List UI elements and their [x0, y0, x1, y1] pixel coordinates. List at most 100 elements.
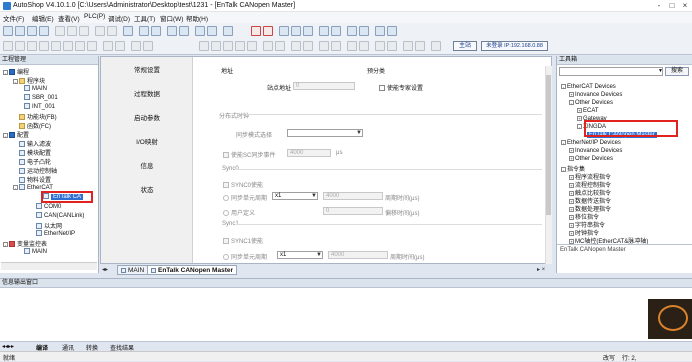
- redo-icon[interactable]: [107, 26, 117, 36]
- download-icon[interactable]: [195, 26, 205, 36]
- move-icon[interactable]: [303, 41, 313, 51]
- settings-icon[interactable]: [375, 26, 385, 36]
- menu-plc[interactable]: PLC(P): [84, 13, 105, 20]
- tree-item[interactable]: 以太网: [36, 221, 62, 230]
- force-icon[interactable]: [347, 26, 357, 36]
- open-icon[interactable]: [15, 26, 25, 36]
- undo-icon[interactable]: [95, 26, 105, 36]
- comment-icon[interactable]: [319, 41, 329, 51]
- jump-icon[interactable]: [359, 41, 369, 51]
- toolbox-search-input[interactable]: [559, 67, 663, 76]
- tab-close-icon[interactable]: ▸ ×: [537, 266, 545, 273]
- nav-general[interactable]: 常规设置: [101, 64, 193, 74]
- timer-icon[interactable]: [263, 41, 273, 51]
- menu-file[interactable]: 文件(F): [3, 13, 24, 23]
- upload-plc-icon[interactable]: [291, 26, 301, 36]
- tree-item[interactable]: - EtherCAT: [13, 184, 53, 191]
- maximize-button[interactable]: □: [667, 1, 677, 11]
- arrow-down-icon[interactable]: [387, 41, 397, 51]
- menu-help[interactable]: 帮助(H): [186, 13, 208, 23]
- rising-edge-icon[interactable]: [75, 41, 85, 51]
- toolbox-item[interactable]: + Inovance Devices: [569, 148, 622, 154]
- replace-icon[interactable]: [151, 26, 161, 36]
- branch-end-icon[interactable]: [143, 41, 153, 51]
- print-icon[interactable]: [123, 26, 133, 36]
- write-icon[interactable]: [359, 26, 369, 36]
- offline-icon[interactable]: [331, 26, 341, 36]
- series-icon[interactable]: [211, 41, 221, 51]
- save-icon[interactable]: [27, 26, 37, 36]
- reset-icon[interactable]: [247, 41, 257, 51]
- sync1-enable-option[interactable]: SYNC1使能: [223, 236, 263, 245]
- sync-event-checkbox[interactable]: [223, 152, 229, 158]
- node-address-input[interactable]: 0: [293, 82, 355, 90]
- user-defined-option[interactable]: 用户定义: [223, 208, 255, 217]
- copy-icon[interactable]: [67, 26, 77, 36]
- tree-item[interactable]: MAIN: [24, 248, 47, 255]
- tab-entalk[interactable]: EnTalk CANopen Master: [147, 265, 238, 275]
- nav-info[interactable]: 信息: [101, 160, 193, 170]
- expert-setting-option[interactable]: 使能专家设置: [379, 83, 423, 92]
- tree-item[interactable]: 运动控制轴: [19, 166, 57, 175]
- user-defined-input[interactable]: 0: [323, 207, 383, 215]
- toolbox-item[interactable]: + ECAT: [577, 108, 599, 114]
- tree-item[interactable]: 函数(FC): [19, 121, 51, 130]
- online-icon[interactable]: [319, 26, 329, 36]
- chevron-down-icon[interactable]: ▼: [658, 68, 663, 74]
- ip-status-button[interactable]: 未登录 IP:192.168.0.88: [481, 41, 548, 51]
- label-icon[interactable]: [331, 41, 341, 51]
- toolbox-item[interactable]: - EtherCAT Devices: [561, 84, 616, 90]
- run-icon[interactable]: [251, 26, 261, 36]
- menu-debug[interactable]: 调试(D): [108, 13, 130, 23]
- tab-main[interactable]: MAIN: [117, 265, 149, 275]
- menu-view[interactable]: 查看(V): [58, 13, 80, 23]
- tree-item[interactable]: INT_001: [24, 103, 55, 110]
- arrow-up-icon[interactable]: [375, 41, 385, 51]
- falling-edge-icon[interactable]: [87, 41, 97, 51]
- tree-item[interactable]: MAIN: [24, 85, 47, 92]
- nav-status[interactable]: 状态: [101, 184, 193, 194]
- zoom-out-icon[interactable]: [415, 41, 425, 51]
- vline-icon[interactable]: [51, 41, 61, 51]
- menu-tools[interactable]: 工具(T): [134, 13, 155, 23]
- sync0-unit-option[interactable]: 同步单元周期: [223, 193, 267, 202]
- tree-item[interactable]: EtherNet/IP: [36, 230, 75, 237]
- compile-all-icon[interactable]: [179, 26, 189, 36]
- hline-icon[interactable]: [39, 41, 49, 51]
- parallel-icon[interactable]: [199, 41, 209, 51]
- toolbox-item[interactable]: - EtherNet/IP Devices: [561, 140, 621, 146]
- paste-icon[interactable]: [79, 26, 89, 36]
- expert-checkbox[interactable]: [379, 85, 385, 91]
- toolbox-item[interactable]: - Other Devices: [569, 100, 613, 106]
- set-icon[interactable]: [235, 41, 245, 51]
- tree-item[interactable]: CAN(CANLink): [36, 212, 84, 219]
- invert-icon[interactable]: [223, 41, 233, 51]
- zoom-in-icon[interactable]: [403, 41, 413, 51]
- close-button[interactable]: ×: [680, 1, 690, 11]
- tab-scroll-left-icon[interactable]: ◂▸: [102, 266, 108, 273]
- stop-icon[interactable]: [263, 26, 273, 36]
- nav-io-mapping[interactable]: I/O映射: [101, 136, 193, 146]
- chevron-down-icon[interactable]: ▼: [316, 252, 322, 258]
- menu-edit[interactable]: 编辑(E): [32, 13, 54, 23]
- tree-item[interactable]: - 变量监控表: [3, 239, 47, 248]
- sync0-enable-option[interactable]: SYNC0使能: [223, 180, 263, 189]
- upload-icon[interactable]: [207, 26, 217, 36]
- compile-icon[interactable]: [167, 26, 177, 36]
- sync1-unit-radio[interactable]: [223, 254, 229, 260]
- user-defined-radio[interactable]: [223, 210, 229, 216]
- delete-line-icon[interactable]: [63, 41, 73, 51]
- help-icon[interactable]: [387, 26, 397, 36]
- tree-item[interactable]: COM0: [36, 203, 61, 210]
- sync1-checkbox[interactable]: [223, 238, 229, 244]
- instruction-icon[interactable]: [103, 41, 113, 51]
- new-icon[interactable]: [3, 26, 13, 36]
- sync1-cycle-input[interactable]: 4000: [328, 251, 388, 259]
- tree-item[interactable]: 模块配置: [19, 148, 51, 157]
- branch-icon[interactable]: [131, 41, 141, 51]
- comm-icon[interactable]: [279, 26, 289, 36]
- master-button[interactable]: 主站: [453, 41, 477, 51]
- cut-icon[interactable]: [55, 26, 65, 36]
- nav-process-data[interactable]: 过程数据: [101, 88, 193, 98]
- sync0-checkbox[interactable]: [223, 182, 229, 188]
